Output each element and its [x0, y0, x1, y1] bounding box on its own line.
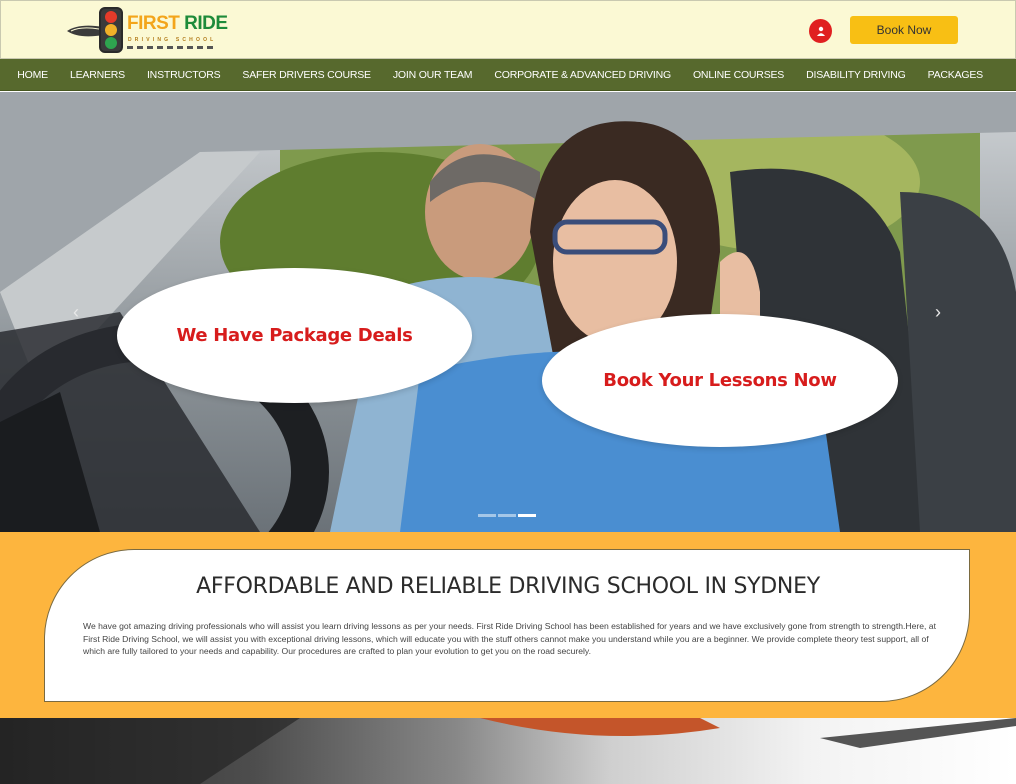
about-title: AFFORDABLE AND RELIABLE DRIVING SCHOOL I…	[196, 574, 820, 599]
carousel-indicator-3[interactable]	[518, 514, 536, 517]
nav-item-instructors[interactable]: INSTRUCTORS	[136, 69, 231, 81]
carousel-next-arrow[interactable]: ›	[930, 302, 946, 322]
carousel-indicator-2[interactable]	[498, 514, 516, 517]
about-body: We have got amazing driving professional…	[83, 621, 936, 656]
carousel-indicator-1[interactable]	[478, 514, 496, 517]
nav-item-learners[interactable]: LEARNERS	[59, 69, 136, 81]
book-now-button[interactable]: Book Now	[850, 16, 958, 44]
carousel-indicators	[478, 514, 536, 517]
nav-item-online-courses[interactable]: ONLINE COURSES	[682, 69, 795, 81]
promo-bubble-book-lessons-text: Book Your Lessons Now	[603, 370, 837, 391]
about-section: AFFORDABLE AND RELIABLE DRIVING SCHOOL I…	[0, 532, 1016, 718]
main-nav: HOME LEARNERS INSTRUCTORS SAFER DRIVERS COU…	[0, 59, 1016, 91]
logo-wordmark: FIRST RIDE	[127, 13, 228, 35]
hero-carousel: ‹ › We Have Package Deals Book Your Less…	[0, 92, 1016, 532]
user-icon	[816, 26, 825, 36]
promo-bubble-book-lessons[interactable]: Book Your Lessons Now	[542, 314, 898, 447]
nav-item-home[interactable]: HOME	[6, 69, 59, 81]
promo-bubble-packages-text: We Have Package Deals	[176, 325, 413, 346]
logo-tagline: DRIVING SCHOOL	[128, 37, 217, 43]
nav-item-join-our-team[interactable]: JOIN OUR TEAM	[382, 69, 483, 81]
nav-item-disability-driving[interactable]: DISABILITY DRIVING	[795, 69, 916, 81]
account-button[interactable]	[809, 19, 832, 43]
site-logo[interactable]: FIRST RIDE DRIVING SCHOOL	[65, 7, 228, 55]
logo-word-ride: RIDE	[184, 13, 228, 34]
nav-list: HOME LEARNERS INSTRUCTORS SAFER DRIVERS COU…	[6, 59, 994, 91]
car-interior-photo	[0, 718, 1016, 784]
promo-bubble-packages[interactable]: We Have Package Deals	[117, 268, 472, 403]
nav-item-safer-drivers-course[interactable]: SAFER DRIVERS COURSE	[231, 69, 381, 81]
carousel-prev-arrow[interactable]: ‹	[68, 302, 84, 322]
next-section-image	[0, 718, 1016, 784]
logo-word-first: FIRST	[127, 13, 180, 34]
header-bar: FIRST RIDE DRIVING SCHOOL Book Now	[0, 0, 1016, 59]
about-card: AFFORDABLE AND RELIABLE DRIVING SCHOOL I…	[44, 549, 970, 702]
traffic-light-icon	[99, 7, 123, 53]
road-line-decoration	[127, 46, 213, 49]
nav-item-packages[interactable]: PACKAGES	[917, 69, 994, 81]
nav-item-corporate-advanced-driving[interactable]: CORPORATE & ADVANCED DRIVING	[483, 69, 682, 81]
